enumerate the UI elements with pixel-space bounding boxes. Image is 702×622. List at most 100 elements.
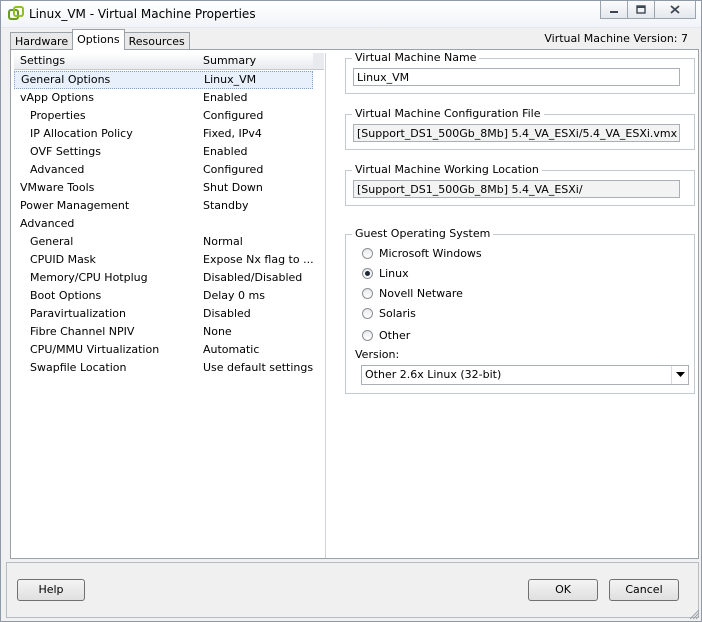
- window-controls: [600, 1, 696, 19]
- table-row[interactable]: Boot Options Delay 0 ms: [14, 287, 313, 305]
- working-location-field: [Support_DS1_500Gb_8Mb] 5.4_VA_ESXi/: [353, 180, 680, 198]
- column-header-settings[interactable]: Settings: [14, 53, 198, 70]
- table-row[interactable]: General Options Linux_VM: [14, 71, 313, 89]
- setting-summary: Configured: [203, 109, 264, 122]
- vsphere-app-icon: [8, 6, 24, 20]
- setting-summary: Normal: [203, 235, 243, 248]
- title-bar[interactable]: Linux_VM - Virtual Machine Properties: [1, 1, 701, 28]
- os-version-value: Other 2.6x Linux (32-bit): [365, 368, 502, 381]
- setting-name: Fibre Channel NPIV: [30, 325, 135, 338]
- table-row[interactable]: Swapfile Location Use default settings: [14, 359, 313, 377]
- version-label: Version:: [355, 348, 400, 361]
- setting-name: Boot Options: [30, 289, 102, 302]
- setting-summary: Configured: [203, 163, 264, 176]
- setting-summary: None: [203, 325, 232, 338]
- vm-name-input[interactable]: Linux_VM: [353, 68, 680, 86]
- table-row[interactable]: General Normal: [14, 233, 313, 251]
- settings-table: Settings Summary General Options Linux_VM…: [14, 53, 326, 558]
- setting-name: Advanced: [20, 217, 75, 230]
- table-row[interactable]: Paravirtualization Disabled: [14, 305, 313, 323]
- radio-label: Other: [379, 329, 411, 342]
- table-row[interactable]: vApp Options Enabled: [14, 89, 313, 107]
- minimize-icon: [610, 10, 618, 13]
- table-row[interactable]: VMware Tools Shut Down: [14, 179, 313, 197]
- options-tab-panel: Settings Summary General Options Linux_VM…: [10, 49, 699, 559]
- setting-summary: Standby: [203, 199, 249, 212]
- setting-name: CPUID Mask: [30, 253, 96, 266]
- table-row[interactable]: IP Allocation Policy Fixed, IPv4: [14, 125, 313, 143]
- tab-resources[interactable]: Resources: [123, 32, 190, 50]
- table-row[interactable]: Fibre Channel NPIV None: [14, 323, 313, 341]
- setting-name: General: [30, 235, 74, 248]
- setting-name: Power Management: [20, 199, 130, 212]
- ok-button[interactable]: OK: [528, 579, 598, 601]
- properties-window: Linux_VM - Virtual Machine Properties Ha…: [0, 0, 702, 622]
- vm-name-group: Virtual Machine Name Linux_VM: [345, 51, 695, 94]
- setting-name: IP Allocation Policy: [30, 127, 133, 140]
- setting-name: VMware Tools: [20, 181, 95, 194]
- table-row[interactable]: Power Management Standby: [14, 197, 313, 215]
- dialog-button-bar: Help OK Cancel: [6, 562, 699, 618]
- cancel-button[interactable]: Cancel: [609, 579, 679, 601]
- radio-button[interactable]: [362, 308, 373, 319]
- setting-summary: Enabled: [203, 145, 248, 158]
- table-row[interactable]: CPU/MMU Virtualization Automatic: [14, 341, 313, 359]
- setting-summary: Automatic: [203, 343, 260, 356]
- setting-name: Properties: [30, 109, 86, 122]
- dropdown-button[interactable]: [671, 366, 688, 384]
- table-row[interactable]: Advanced Configured: [14, 161, 313, 179]
- setting-name: vApp Options: [20, 91, 94, 104]
- setting-summary: Use default settings: [203, 361, 314, 374]
- setting-summary: Expose Nx flag to ...: [203, 253, 314, 266]
- radio-button[interactable]: [362, 248, 373, 259]
- minimize-button[interactable]: [600, 1, 628, 19]
- setting-summary: Shut Down: [203, 181, 263, 194]
- radio-label: Linux: [379, 267, 409, 280]
- setting-summary: Fixed, IPv4: [203, 127, 262, 140]
- radio-label: Solaris: [379, 307, 416, 320]
- table-row[interactable]: CPUID Mask Expose Nx flag to ...: [14, 251, 314, 269]
- setting-name: Memory/CPU Hotplug: [30, 271, 148, 284]
- table-row[interactable]: OVF Settings Enabled: [14, 143, 313, 161]
- table-row[interactable]: Memory/CPU Hotplug Disabled/Disabled: [14, 269, 313, 287]
- header-corner: [313, 53, 324, 70]
- tab-hardware[interactable]: Hardware: [10, 32, 74, 50]
- help-button[interactable]: Help: [17, 579, 85, 601]
- setting-summary: Enabled: [203, 91, 248, 104]
- os-version-select[interactable]: Other 2.6x Linux (32-bit): [361, 365, 689, 385]
- working-location-label: Virtual Machine Working Location: [352, 163, 542, 176]
- guest-os-group: Guest Operating System Microsoft Windows…: [345, 227, 695, 394]
- setting-summary: Linux_VM: [204, 73, 257, 86]
- vm-name-label: Virtual Machine Name: [352, 51, 480, 64]
- guest-os-label: Guest Operating System: [352, 227, 494, 240]
- close-icon: [670, 5, 680, 14]
- setting-summary: Disabled/Disabled: [203, 271, 303, 284]
- config-file-label: Virtual Machine Configuration File: [352, 107, 544, 120]
- column-header-summary[interactable]: Summary: [197, 53, 314, 70]
- radio-button[interactable]: [362, 330, 373, 341]
- resize-grip-icon[interactable]: [688, 608, 700, 620]
- setting-summary: Delay 0 ms: [203, 289, 265, 302]
- radio-button[interactable]: [362, 288, 373, 299]
- vm-version-label: Virtual Machine Version: 7: [544, 32, 688, 45]
- close-button[interactable]: [655, 1, 696, 19]
- setting-name: CPU/MMU Virtualization: [30, 343, 160, 356]
- maximize-icon: [636, 5, 646, 14]
- config-file-group: Virtual Machine Configuration File [Supp…: [345, 107, 695, 150]
- tab-options[interactable]: Options: [72, 29, 125, 50]
- setting-name: General Options: [21, 73, 111, 86]
- window-title: Linux_VM - Virtual Machine Properties: [29, 7, 256, 21]
- config-file-field: [Support_DS1_500Gb_8Mb] 5.4_VA_ESXi/5.4_…: [353, 124, 680, 142]
- setting-name: Paravirtualization: [30, 307, 126, 320]
- table-row[interactable]: Properties Configured: [14, 107, 313, 125]
- maximize-button[interactable]: [628, 1, 655, 19]
- setting-name: Swapfile Location: [30, 361, 127, 374]
- radio-button-selected[interactable]: [362, 268, 373, 279]
- working-location-group: Virtual Machine Working Location [Suppor…: [345, 163, 695, 206]
- radio-label: Microsoft Windows: [379, 247, 482, 260]
- tab-strip: Hardware Options Resources: [10, 29, 190, 50]
- setting-summary: Disabled: [203, 307, 251, 320]
- table-row[interactable]: Advanced: [14, 215, 313, 233]
- radio-label: Novell Netware: [379, 287, 463, 300]
- setting-name: Advanced: [30, 163, 85, 176]
